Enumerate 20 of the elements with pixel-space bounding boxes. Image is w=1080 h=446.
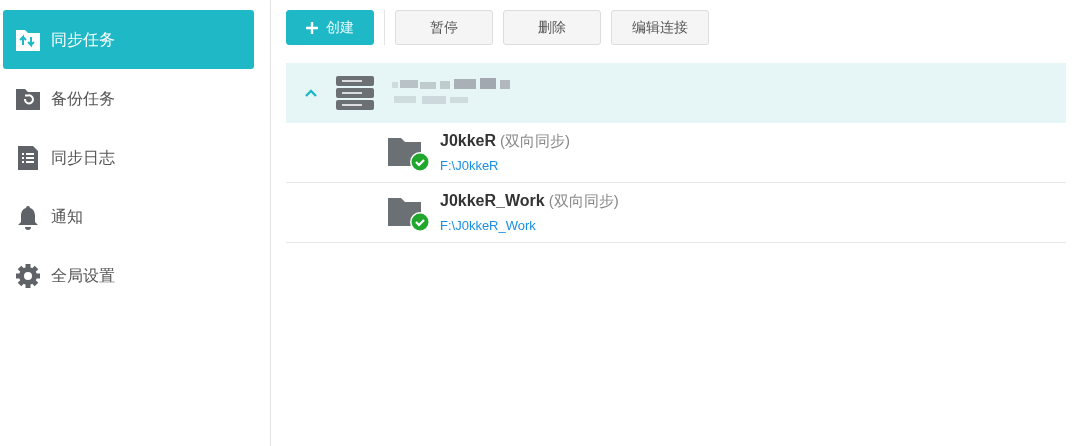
sync-mode: (双向同步) [500, 131, 571, 149]
sync-folder-icon [15, 27, 41, 52]
connection-header[interactable] [286, 63, 1066, 123]
settings-icon [15, 262, 41, 289]
toolbar-button[interactable]: 编辑连接 [611, 10, 709, 45]
document-list-icon [15, 144, 41, 171]
sync-mode: (双向同步) [548, 191, 619, 209]
plus-icon [306, 21, 318, 34]
toolbar-button[interactable]: 删除 [503, 10, 601, 45]
server-icon [336, 76, 374, 110]
sidebar-item[interactable]: 同步日志 [3, 128, 254, 187]
sidebar-item[interactable]: 通知 [3, 187, 254, 246]
toolbar-button[interactable]: 暂停 [395, 10, 493, 45]
task-name: J0kkeR_Work [440, 191, 545, 209]
sidebar-item[interactable]: 全局设置 [3, 246, 254, 305]
sidebar-item[interactable]: 备份任务 [3, 69, 254, 128]
folder-undo-icon [15, 86, 41, 111]
task-path[interactable]: F:\J0kkeR [440, 155, 499, 175]
task-name: J0kkeR [440, 131, 497, 149]
task-path[interactable]: F:\J0kkeR_Work [440, 215, 536, 235]
